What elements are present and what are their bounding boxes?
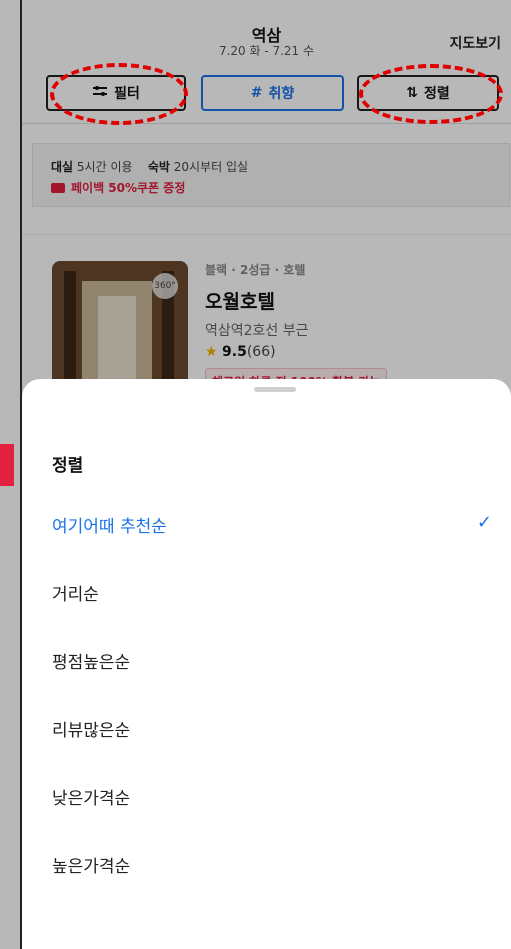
sort-option-recommended[interactable]: 여기어때 추천순 ✓: [52, 512, 492, 540]
sort-bottom-sheet: 정렬 여기어때 추천순 ✓ 거리순 평점높은순 리뷰많은순 낮은가격순 높은가격…: [22, 379, 511, 949]
checkmark-icon: ✓: [476, 512, 492, 533]
sheet-title: 정렬: [52, 456, 84, 476]
sort-option-label: 평점높은순: [52, 653, 131, 673]
app-screen: 역삼 7.20 화 - 7.21 수 지도보기 필터 # 취향 ⇅ 정렬 대실 …: [0, 0, 511, 949]
sort-option-label: 거리순: [52, 585, 99, 605]
sort-option-reviews[interactable]: 리뷰많은순: [52, 716, 492, 744]
sheet-drag-handle[interactable]: [254, 387, 296, 392]
sort-option-label: 낮은가격순: [52, 789, 131, 809]
sort-option-label: 여기어때 추천순: [52, 517, 167, 537]
sort-option-price-low[interactable]: 낮은가격순: [52, 784, 492, 812]
annotation-circle-sort: [359, 64, 503, 124]
sort-option-rating[interactable]: 평점높은순: [52, 648, 492, 676]
side-red-tab: [0, 444, 14, 486]
sort-option-distance[interactable]: 거리순: [52, 580, 492, 608]
sort-option-label: 높은가격순: [52, 857, 131, 877]
left-edge-line: [20, 0, 22, 949]
sort-option-label: 리뷰많은순: [52, 721, 131, 741]
annotation-circle-filter: [50, 63, 188, 125]
sort-option-price-high[interactable]: 높은가격순: [52, 852, 492, 880]
